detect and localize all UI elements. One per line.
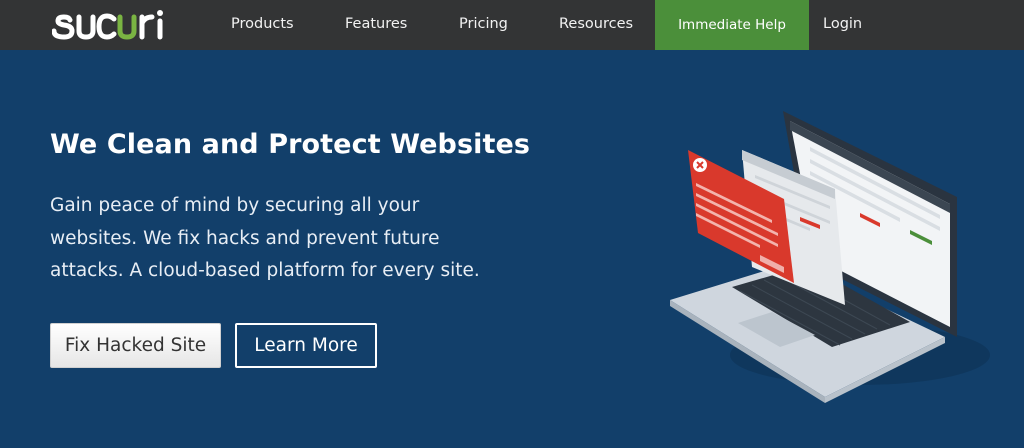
nav-pricing[interactable]: Pricing: [459, 0, 508, 50]
top-navigation-bar: Products Features Pricing Resources Imme…: [0, 0, 1024, 50]
hero-headline: We Clean and Protect Websites: [50, 129, 531, 160]
immediate-help-button[interactable]: Immediate Help: [655, 0, 809, 50]
sucuri-logo[interactable]: [51, 9, 168, 41]
laptop-illustration: [660, 105, 990, 405]
nav-resources[interactable]: Resources: [559, 0, 633, 50]
fix-hacked-site-button[interactable]: Fix Hacked Site: [50, 323, 221, 368]
nav-features[interactable]: Features: [345, 0, 407, 50]
nav-products[interactable]: Products: [231, 0, 294, 50]
login-link[interactable]: Login: [823, 0, 862, 50]
hero-subcopy: Gain peace of mind by securing all your …: [50, 195, 480, 281]
learn-more-button[interactable]: Learn More: [235, 323, 377, 368]
